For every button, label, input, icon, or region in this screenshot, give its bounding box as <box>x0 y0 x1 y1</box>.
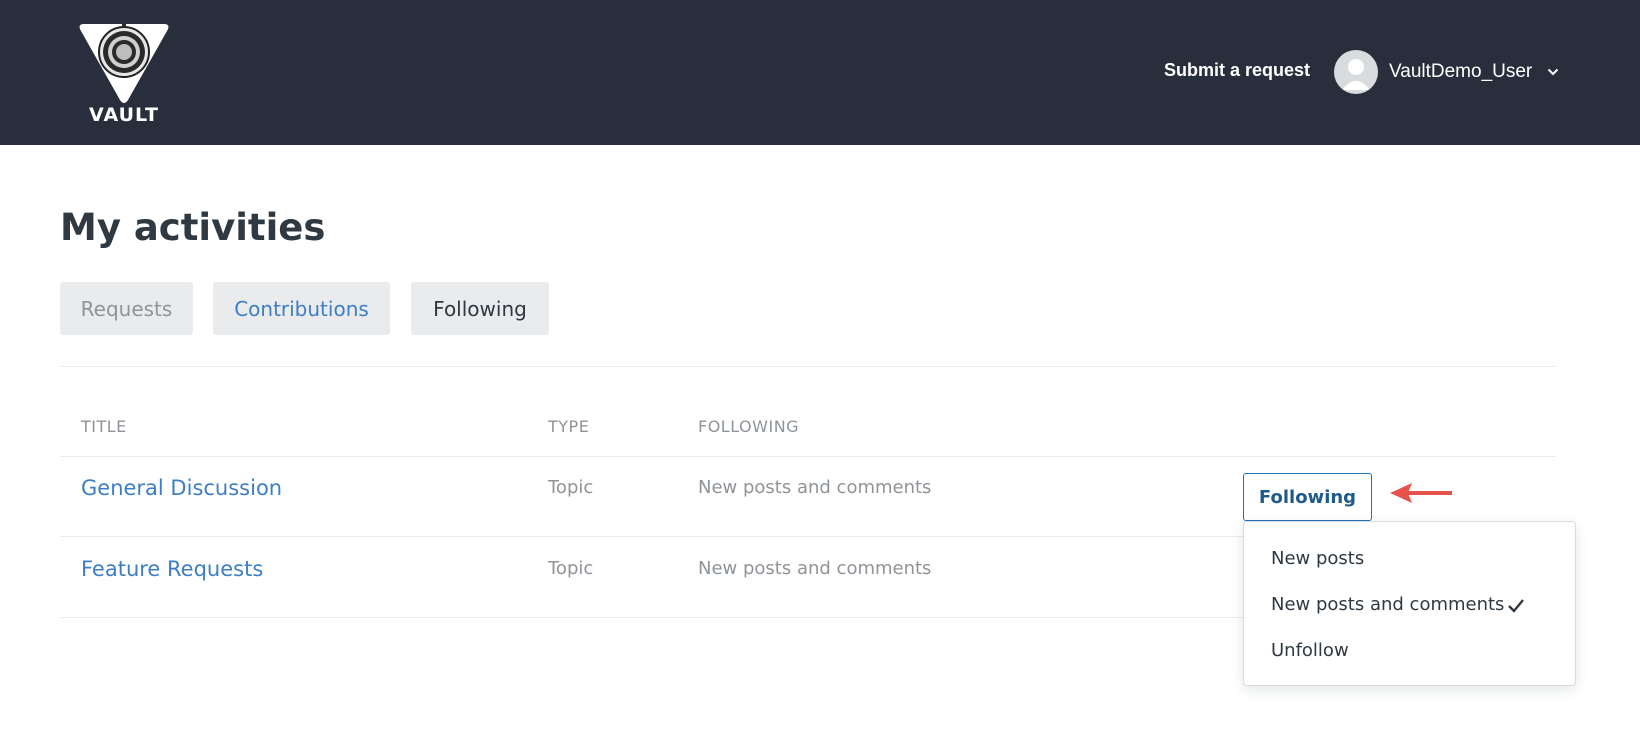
column-header-title: TITLE <box>81 417 127 436</box>
logo-text: VAULT <box>89 104 159 126</box>
tab-requests[interactable]: Requests <box>60 282 193 335</box>
table-header-divider <box>60 456 1556 457</box>
tab-contributions[interactable]: Contributions <box>213 282 390 335</box>
follow-options-dropdown: New posts New posts and comments Unfollo… <box>1243 521 1576 686</box>
menu-item-new-posts[interactable]: New posts <box>1271 548 1364 569</box>
username: VaultDemo_User <box>1389 61 1533 82</box>
column-header-type: TYPE <box>548 417 590 436</box>
checkmark-icon <box>1508 599 1524 613</box>
row-title-feature-requests[interactable]: Feature Requests <box>81 557 263 581</box>
row-type: Topic <box>548 477 594 498</box>
column-header-following: FOLLOWING <box>698 417 800 436</box>
menu-item-new-posts-and-comments[interactable]: New posts and comments <box>1271 594 1504 615</box>
annotation-arrow-icon <box>1390 483 1452 503</box>
row-following: New posts and comments <box>698 477 932 498</box>
page-title: My activities <box>60 206 326 249</box>
row-type: Topic <box>548 558 594 579</box>
avatar-icon <box>1334 50 1378 94</box>
submit-request-link[interactable]: Submit a request <box>1164 60 1310 81</box>
site-header: VAULT Submit a request VaultDemo_User <box>0 0 1640 145</box>
row-following: New posts and comments <box>698 558 932 579</box>
chevron-down-icon <box>1546 65 1560 79</box>
tab-following[interactable]: Following <box>411 282 549 335</box>
user-menu[interactable]: VaultDemo_User <box>1334 50 1560 94</box>
section-divider <box>60 366 1556 367</box>
menu-item-unfollow[interactable]: Unfollow <box>1271 640 1349 661</box>
following-button[interactable]: Following <box>1243 473 1372 521</box>
row-title-general-discussion[interactable]: General Discussion <box>81 476 282 500</box>
vault-logo[interactable]: VAULT <box>76 18 172 128</box>
